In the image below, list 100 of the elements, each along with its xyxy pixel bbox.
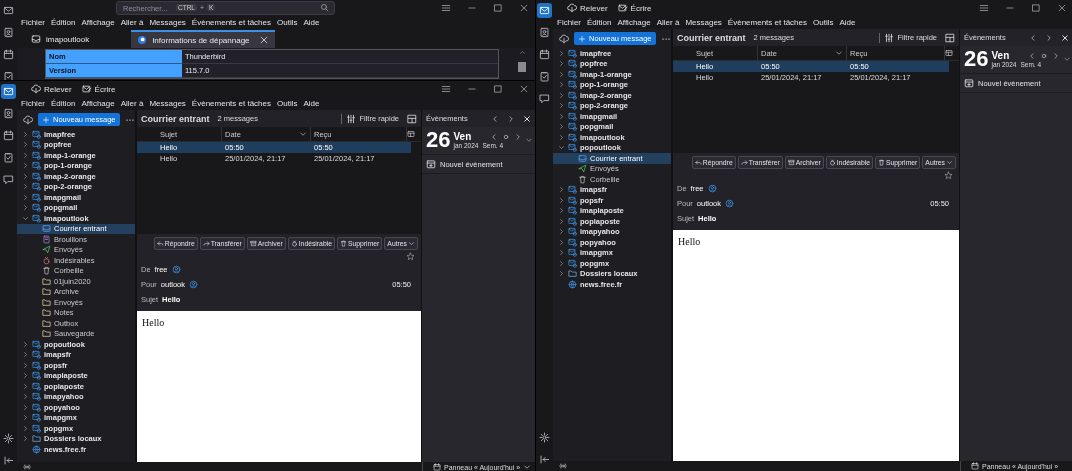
address-book-icon[interactable] — [1, 106, 16, 121]
mail-icon[interactable] — [1, 84, 16, 99]
column-picker-icon[interactable] — [407, 130, 415, 138]
menu-item[interactable]: Évènements et tâches — [191, 99, 271, 108]
chevron-right-icon[interactable] — [558, 270, 565, 278]
menu-icon[interactable] — [441, 84, 451, 94]
chevron-right-icon[interactable] — [22, 382, 29, 390]
chevron-right-icon[interactable] — [22, 151, 29, 159]
menu-item[interactable]: Aller à — [656, 18, 680, 27]
contact-icon[interactable] — [725, 199, 735, 208]
star-icon[interactable] — [406, 252, 415, 261]
menu-item[interactable]: Édition — [51, 18, 76, 27]
chevron-right-icon[interactable] — [22, 141, 29, 149]
chevron-right-icon[interactable] — [22, 130, 29, 138]
chevron-right-icon[interactable] — [22, 435, 29, 443]
menu-item[interactable]: Fichier — [557, 18, 581, 27]
online-status-icon[interactable] — [23, 463, 31, 471]
chevron-right-icon[interactable] — [22, 393, 29, 401]
menu-item[interactable]: Aide — [303, 99, 320, 108]
cloud-download-icon[interactable] — [23, 114, 33, 125]
settings-icon[interactable] — [1, 431, 16, 446]
chat-icon[interactable] — [1, 172, 16, 187]
scroll-up-icon[interactable] — [518, 49, 526, 56]
chevron-right-icon[interactable] — [22, 340, 29, 348]
menu-item[interactable]: Édition — [587, 18, 612, 27]
chevron-down-icon[interactable] — [22, 214, 29, 222]
contact-icon[interactable] — [707, 184, 717, 193]
tasks-icon[interactable] — [1, 69, 16, 80]
chevron-right-icon[interactable] — [22, 403, 29, 411]
chevron-right-icon[interactable] — [558, 228, 565, 236]
star-icon[interactable] — [944, 171, 953, 180]
online-status-icon[interactable] — [559, 462, 567, 470]
chevron-right-icon[interactable] — [22, 361, 29, 369]
menu-item[interactable]: Affichage — [81, 99, 115, 108]
menu-item[interactable]: Outils — [277, 99, 298, 108]
chevron-right-icon[interactable] — [558, 81, 565, 89]
address-book-icon[interactable] — [537, 25, 552, 40]
chevron-right-icon[interactable] — [558, 249, 565, 257]
menu-item[interactable]: Fichier — [21, 18, 45, 27]
menu-item[interactable]: Outils — [813, 18, 834, 27]
chevron-right-icon[interactable] — [558, 112, 565, 120]
chevron-right-icon[interactable] — [558, 102, 565, 110]
menu-item[interactable]: Messages — [149, 18, 186, 27]
chevron-right-icon[interactable] — [558, 123, 565, 131]
cloud-download-icon[interactable] — [559, 33, 569, 44]
mail-icon[interactable] — [537, 3, 552, 18]
menu-icon[interactable] — [441, 3, 451, 13]
today-icon[interactable] — [502, 132, 510, 141]
expand-icon[interactable] — [525, 136, 533, 144]
search-icon[interactable] — [320, 3, 329, 12]
chevron-right-icon[interactable] — [22, 424, 29, 432]
chat-icon[interactable] — [537, 91, 552, 106]
get-messages-button[interactable]: Relever — [31, 84, 72, 94]
maximize-icon[interactable] — [1031, 3, 1041, 13]
chevron-right-icon[interactable] — [558, 91, 565, 99]
calendar-icon[interactable] — [1, 128, 16, 143]
menu-item[interactable]: Édition — [51, 99, 76, 108]
close-icon[interactable] — [519, 84, 529, 94]
scroll-thumb[interactable] — [518, 62, 526, 72]
chevron-right-icon[interactable] — [558, 207, 565, 215]
chevron-right-icon[interactable] — [558, 196, 565, 204]
close-icon[interactable] — [1061, 33, 1069, 42]
menu-item[interactable]: Affichage — [617, 18, 651, 27]
close-icon[interactable] — [519, 3, 529, 13]
menu-item[interactable]: Aide — [303, 18, 320, 27]
tasks-icon[interactable] — [537, 69, 552, 84]
chevron-right-icon[interactable] — [558, 133, 565, 141]
chevron-right-icon[interactable] — [558, 186, 565, 194]
menu-item[interactable]: Outils — [277, 18, 298, 27]
menu-item[interactable]: Évènements et tâches — [727, 18, 807, 27]
chevron-down-icon[interactable] — [558, 144, 565, 152]
chevron-right-icon[interactable] — [558, 49, 565, 57]
menu-item[interactable]: Évènements et tâches — [191, 18, 271, 27]
menu-item[interactable]: Messages — [149, 99, 186, 108]
maximize-icon[interactable] — [493, 3, 503, 13]
menu-icon[interactable] — [979, 3, 989, 13]
close-icon[interactable] — [523, 114, 531, 123]
write-button[interactable]: Écrire — [81, 84, 116, 94]
menu-item[interactable]: Aller à — [120, 18, 144, 27]
maximize-icon[interactable] — [493, 84, 503, 94]
calendar-icon[interactable] — [537, 47, 552, 62]
menu-item[interactable]: Affichage — [81, 18, 115, 27]
chevron-right-icon[interactable] — [558, 238, 565, 246]
menu-item[interactable]: Aller à — [120, 99, 144, 108]
chevron-right-icon[interactable] — [558, 70, 565, 78]
layout-icon[interactable] — [407, 113, 417, 124]
tasks-icon[interactable] — [1, 150, 16, 165]
column-picker-icon[interactable] — [945, 49, 953, 57]
chevron-right-icon[interactable] — [22, 193, 29, 201]
chevron-right-icon[interactable] — [558, 60, 565, 68]
layout-icon[interactable] — [945, 32, 955, 43]
calendar-icon[interactable] — [1, 47, 16, 62]
close-icon[interactable] — [259, 35, 270, 45]
today-icon[interactable] — [1040, 51, 1048, 60]
write-button[interactable]: Écrire — [617, 3, 652, 13]
settings-icon[interactable] — [537, 430, 552, 445]
chevron-right-icon[interactable] — [22, 204, 29, 212]
tab[interactable]: Informations de dépannage — [131, 30, 276, 48]
chevron-right-icon[interactable] — [22, 414, 29, 422]
tab[interactable]: imapoutlook — [25, 30, 96, 48]
